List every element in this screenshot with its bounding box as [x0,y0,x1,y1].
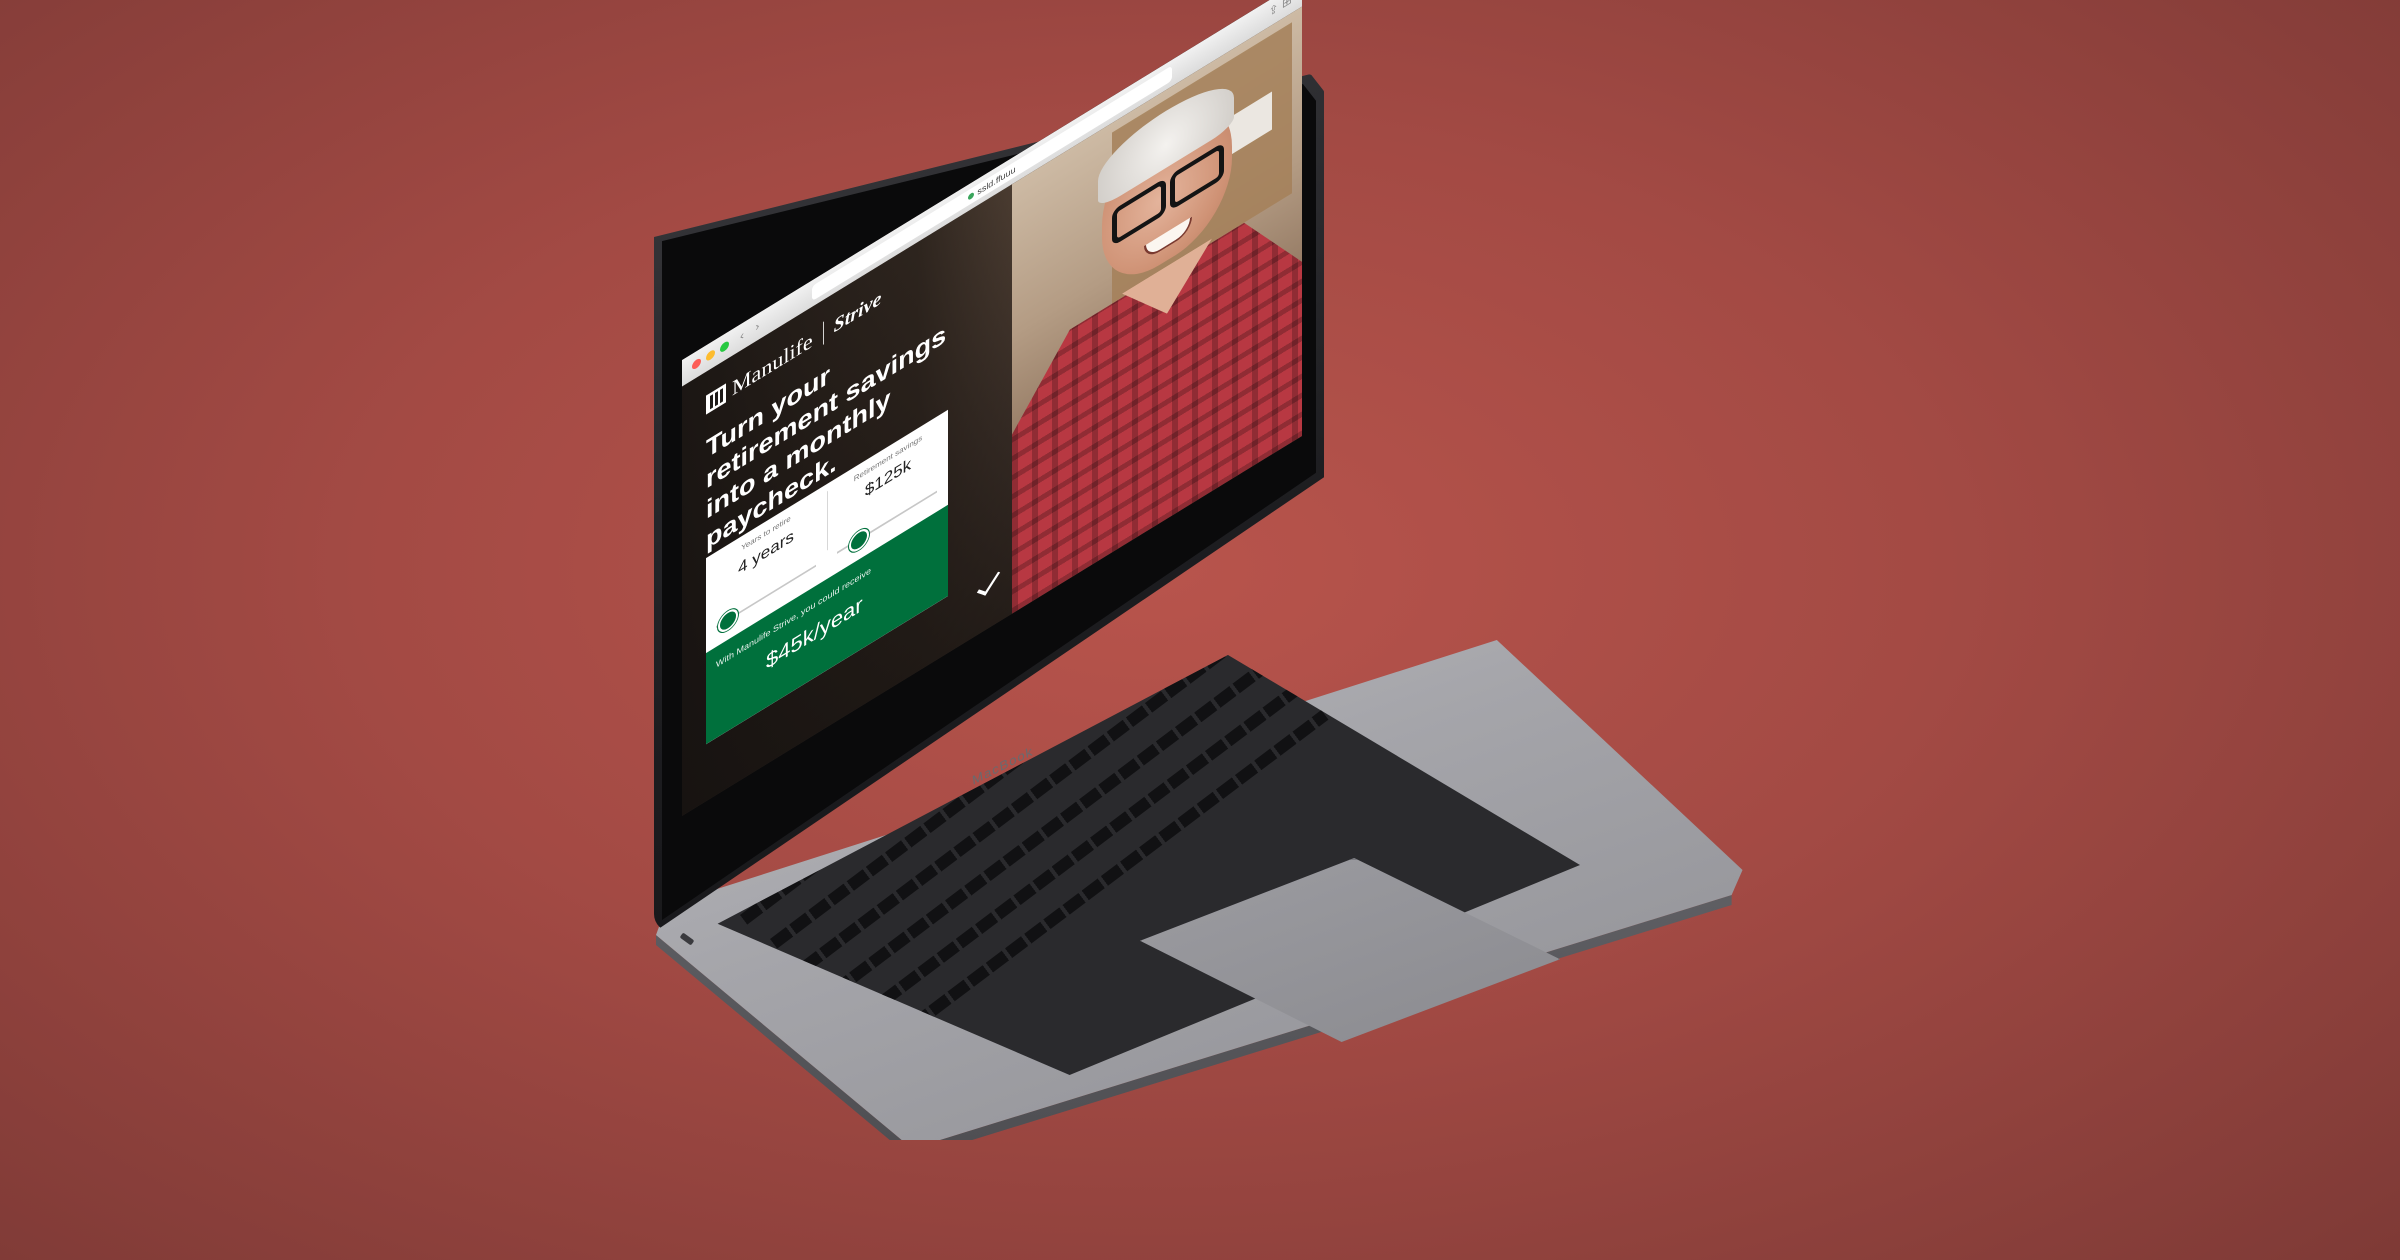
manulife-logo-icon [706,383,726,415]
secure-lock-icon [968,191,975,201]
years-slider-knob[interactable] [718,604,738,637]
maximize-window-button[interactable] [720,339,729,354]
close-window-button[interactable] [692,356,701,371]
minimize-window-button[interactable] [706,348,715,363]
checkmark-icon[interactable] [976,569,1001,596]
laptop-mockup-scene: MacBook ‹ › ssld.ffuuu ⇪ ⊞ Manulife Stri… [0,0,2400,1260]
logo-divider [822,321,824,346]
